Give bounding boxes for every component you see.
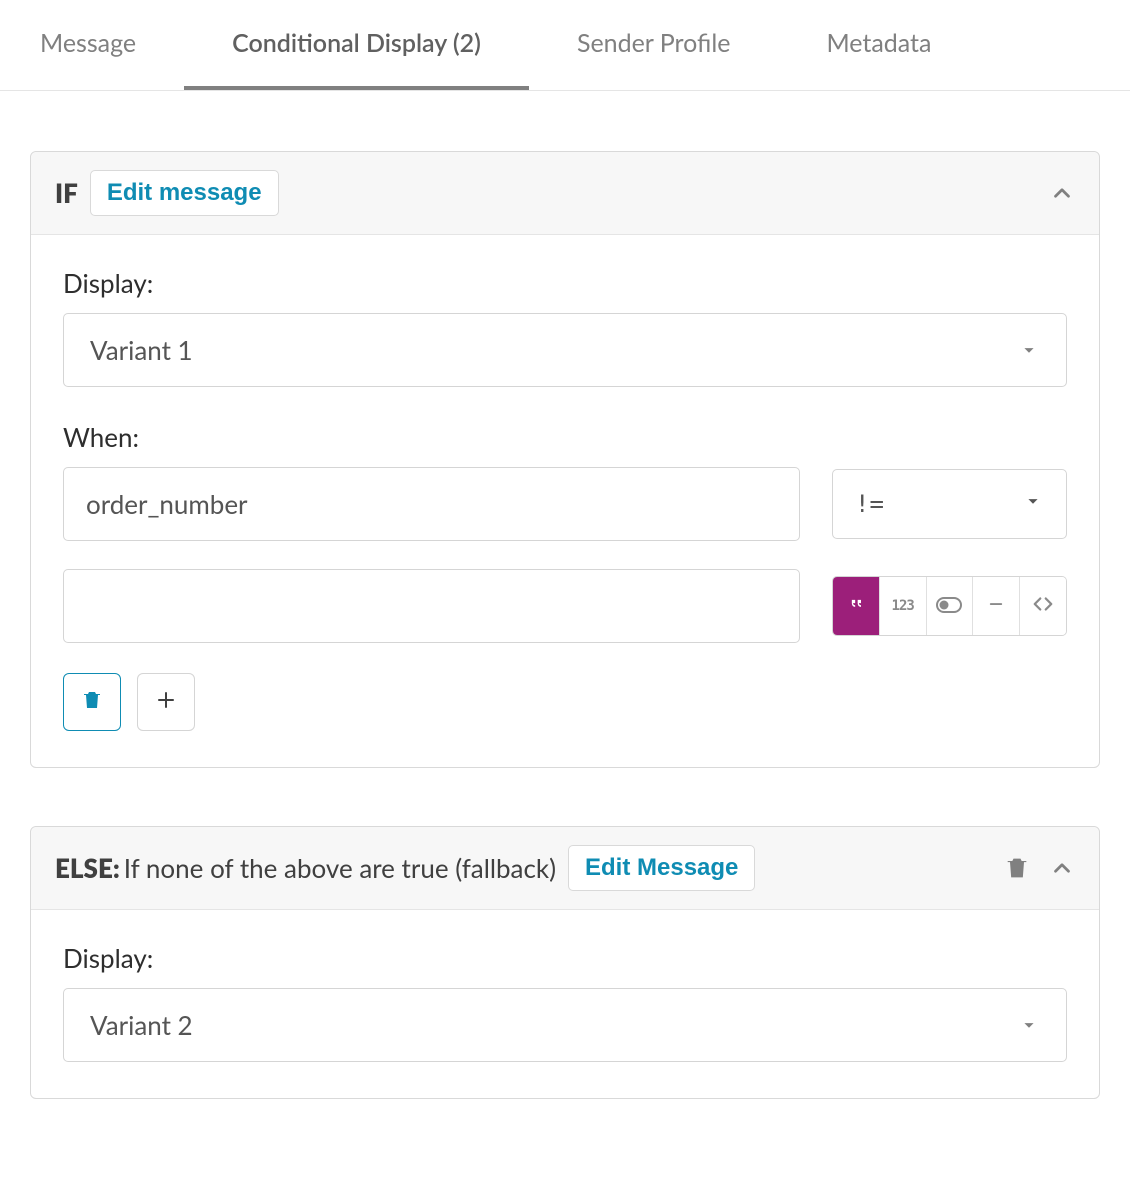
action-row bbox=[63, 673, 1067, 731]
content-area: IF Edit message Display: Variant 1 When:… bbox=[0, 91, 1130, 1197]
when-operator-select[interactable]: != bbox=[832, 469, 1067, 539]
display-select-else[interactable]: Variant 2 bbox=[63, 988, 1067, 1062]
number-icon: 123 bbox=[892, 598, 914, 614]
type-number-button[interactable]: 123 bbox=[880, 577, 927, 635]
collapse-icon[interactable] bbox=[1049, 855, 1075, 881]
tab-message[interactable]: Message bbox=[40, 0, 184, 90]
type-boolean-button[interactable] bbox=[927, 577, 974, 635]
toggle-icon bbox=[936, 595, 962, 617]
type-null-button[interactable] bbox=[973, 577, 1020, 635]
else-card-header: ELSE: If none of the above are true (fal… bbox=[31, 827, 1099, 910]
when-field-input[interactable]: order_number bbox=[63, 467, 800, 541]
minus-icon bbox=[987, 595, 1005, 617]
tab-metadata[interactable]: Metadata bbox=[778, 0, 979, 90]
quote-icon bbox=[846, 594, 866, 618]
tab-conditional-display[interactable]: Conditional Display (2) bbox=[184, 0, 529, 90]
caret-down-icon bbox=[1022, 490, 1044, 518]
if-card-header: IF Edit message bbox=[31, 152, 1099, 235]
edit-message-button-else[interactable]: Edit Message bbox=[568, 845, 755, 891]
code-icon bbox=[1032, 593, 1054, 619]
if-card-body: Display: Variant 1 When: order_number != bbox=[31, 235, 1099, 767]
type-string-button[interactable] bbox=[833, 577, 880, 635]
trash-icon bbox=[80, 688, 104, 716]
if-label: IF bbox=[55, 177, 78, 209]
delete-condition-button[interactable] bbox=[63, 673, 121, 731]
plus-icon bbox=[154, 688, 178, 716]
if-card: IF Edit message Display: Variant 1 When:… bbox=[30, 151, 1100, 768]
value-row: 123 bbox=[63, 569, 1067, 643]
caret-down-icon bbox=[1018, 339, 1040, 361]
collapse-icon[interactable] bbox=[1049, 180, 1075, 206]
type-code-button[interactable] bbox=[1020, 577, 1066, 635]
add-condition-button[interactable] bbox=[137, 673, 195, 731]
edit-message-button[interactable]: Edit message bbox=[90, 170, 279, 216]
else-card: ELSE: If none of the above are true (fal… bbox=[30, 826, 1100, 1099]
tab-sender-profile[interactable]: Sender Profile bbox=[529, 0, 779, 90]
tabs-bar: Message Conditional Display (2) Sender P… bbox=[0, 0, 1130, 91]
when-row: order_number != bbox=[63, 467, 1067, 541]
display-select-value-else: Variant 2 bbox=[90, 1009, 193, 1041]
else-card-body: Display: Variant 2 bbox=[31, 910, 1099, 1098]
when-operator-value: != bbox=[855, 490, 884, 518]
when-label: When: bbox=[63, 421, 1067, 453]
value-type-toggle: 123 bbox=[832, 576, 1067, 636]
when-value-input[interactable] bbox=[63, 569, 800, 643]
display-label-else: Display: bbox=[63, 942, 1067, 974]
display-select-value: Variant 1 bbox=[90, 334, 193, 366]
caret-down-icon bbox=[1018, 1014, 1040, 1036]
display-label: Display: bbox=[63, 267, 1067, 299]
delete-else-button[interactable] bbox=[1003, 854, 1031, 882]
display-select[interactable]: Variant 1 bbox=[63, 313, 1067, 387]
else-label: ELSE: bbox=[55, 852, 120, 884]
else-desc: If none of the above are true (fallback) bbox=[124, 852, 556, 884]
